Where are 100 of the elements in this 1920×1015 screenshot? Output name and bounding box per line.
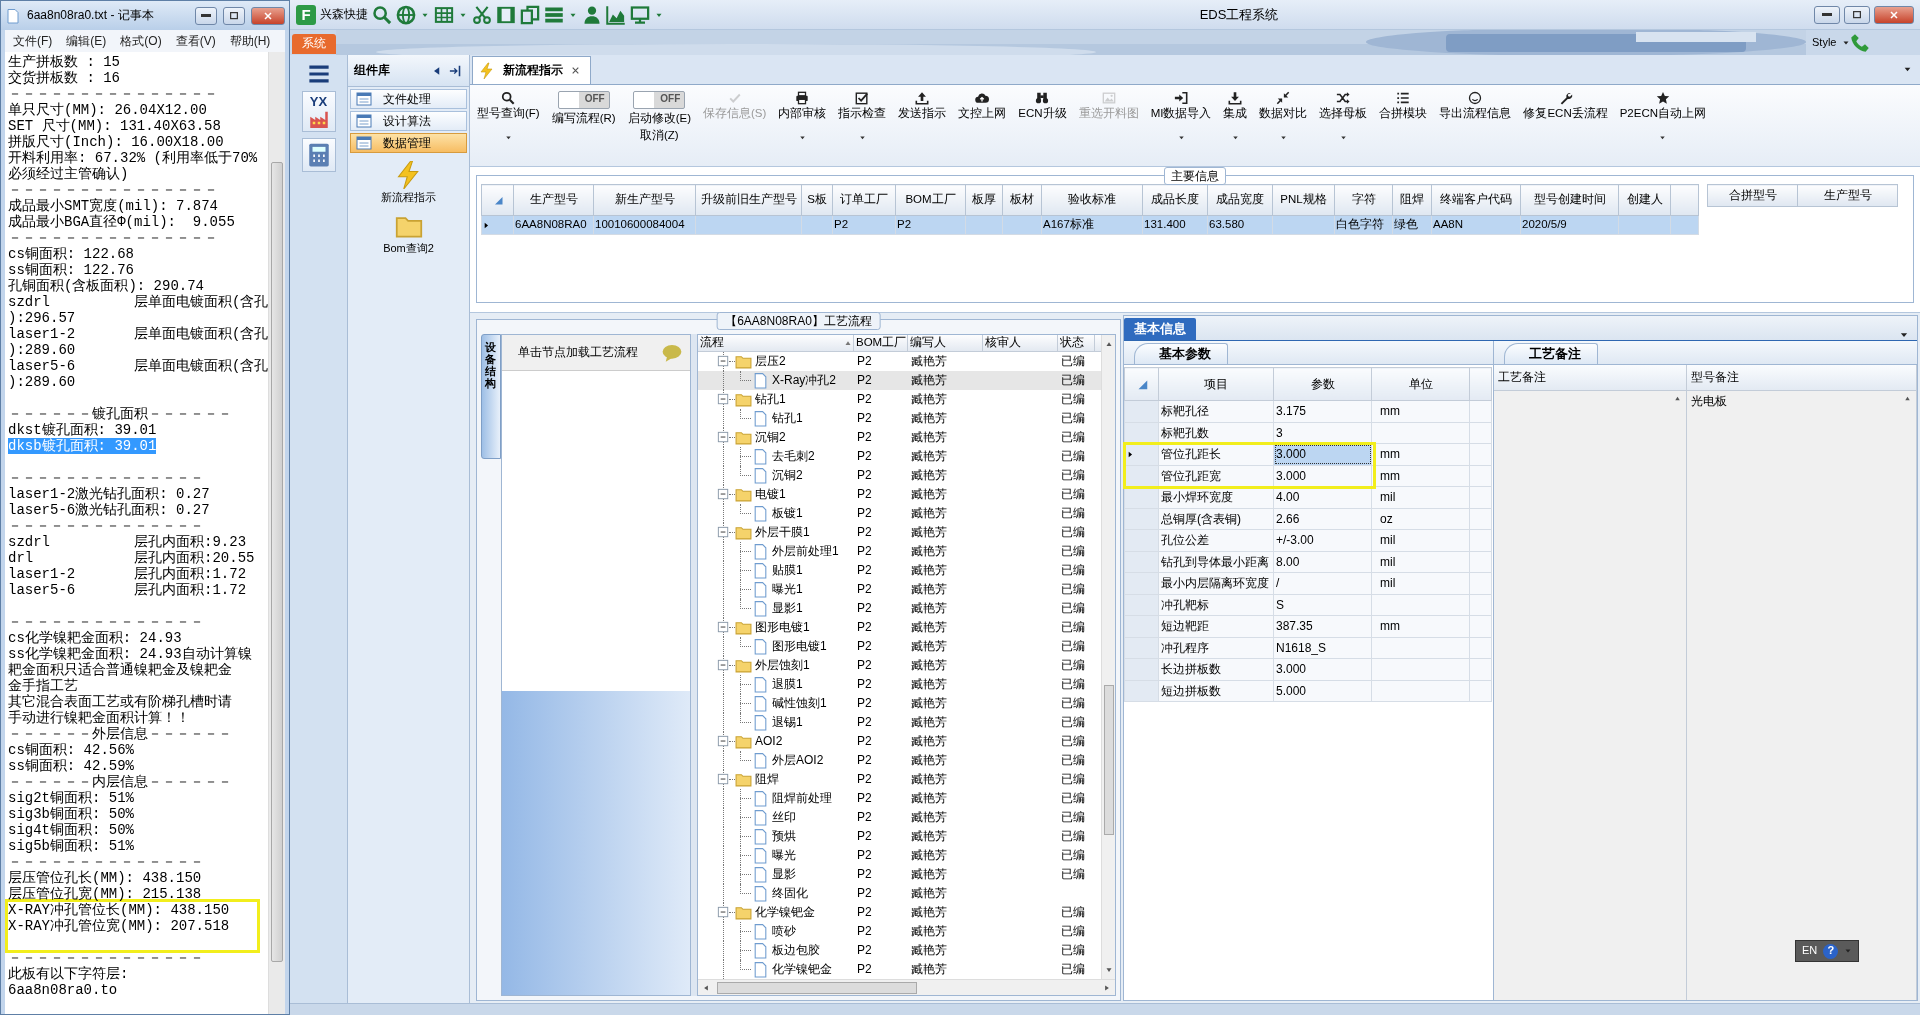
tree-row[interactable]: AOI2 P2 臧艳芳 已编 <box>698 732 1101 751</box>
column-header[interactable]: 核审人 <box>983 335 1058 351</box>
tree-row[interactable]: 钻孔1 P2 臧艳芳 已编 <box>698 409 1101 428</box>
tree-row[interactable]: 外层干膜1 P2 臧艳芳 已编 <box>698 523 1101 542</box>
tree-row[interactable]: 退膜1 P2 臧艳芳 已编 <box>698 675 1101 694</box>
toolbar-button[interactable]: 发送指示 <box>895 91 950 121</box>
column-header[interactable]: 型号创建时间 <box>1520 184 1619 216</box>
tree-row[interactable]: 化学镍钯金 P2 臧艳芳 已编 <box>698 903 1101 922</box>
column-header[interactable]: 新生产型号 <box>593 184 696 216</box>
column-header[interactable]: 字符 <box>1334 184 1393 216</box>
column-header[interactable]: 验收标准 <box>1041 184 1143 216</box>
column-header[interactable]: BOM工厂 <box>895 184 966 216</box>
library-item[interactable]: 数据管理 <box>350 133 467 153</box>
column-header[interactable]: 成品长度 <box>1142 184 1208 216</box>
toolbar-button[interactable]: 文控上网 <box>955 91 1010 121</box>
column-header[interactable]: 项目 <box>1158 367 1274 401</box>
module-button[interactable]: YX <box>301 91 336 132</box>
toolbar-button[interactable]: MI数据导入 <box>1147 91 1215 142</box>
column-header[interactable]: PNL规格 <box>1272 184 1335 216</box>
table-row[interactable]: 6AA8N08RA0 10010600084004 P2 P2 A167标准 131.400 63.580 白色字符 绿色 AA8N 2020/5/9 <box>481 215 1699 235</box>
tool-button[interactable]: Bom查询2 <box>348 212 469 256</box>
tree-row[interactable]: 喷砂 P2 臧艳芳 已编 <box>698 922 1101 941</box>
column-header[interactable]: 流程 <box>698 335 854 351</box>
toolbar-button[interactable]: 数据对比 <box>1256 91 1311 142</box>
toolbar-button[interactable]: ECN升级 <box>1015 91 1070 121</box>
tree-row[interactable]: 预烘 P2 臧艳芳 已编 <box>698 827 1101 846</box>
panel-tab[interactable]: 工艺备注 <box>1504 343 1598 364</box>
column-header[interactable]: 合拼型号 <box>1707 184 1798 207</box>
tree-row[interactable]: 钻孔1 P2 臧艳芳 已编 <box>698 390 1101 409</box>
tree-row[interactable]: 外层蚀刻1 P2 臧艳芳 已编 <box>698 656 1101 675</box>
toolbar-button[interactable]: 修复ECN丢流程 <box>1520 91 1611 121</box>
column-header[interactable]: 订单工厂 <box>832 184 896 216</box>
tree-row[interactable]: 去毛刺2 P2 臧艳芳 已编 <box>698 447 1101 466</box>
library-item[interactable]: 设计算法 <box>350 111 467 131</box>
tree-row[interactable]: 退锡1 P2 臧艳芳 已编 <box>698 713 1101 732</box>
tree-row[interactable]: 贴膜1 P2 臧艳芳 已编 <box>698 561 1101 580</box>
tool-button[interactable]: 新流程指示 <box>348 161 469 205</box>
column-header[interactable]: 生产型号 <box>1797 184 1898 207</box>
column-header[interactable]: 成品宽度 <box>1207 184 1273 216</box>
node-label: 外层AOI2 <box>772 753 824 768</box>
menu-item[interactable]: 查看(V) <box>175 33 216 49</box>
toggle-switch[interactable]: OFF <box>557 91 610 109</box>
tree-row[interactable]: 板镀1 P2 臧艳芳 已编 <box>698 504 1101 523</box>
panel-tab[interactable]: 基本信息 <box>1124 318 1196 340</box>
toolbar-button[interactable]: 导出流程信息 <box>1436 91 1515 121</box>
column-header[interactable]: 单位 <box>1371 367 1470 401</box>
tree-row[interactable]: 图形电镀1 P2 臧艳芳 已编 <box>698 618 1101 637</box>
column-header[interactable]: 升级前旧生产型号 <box>695 184 802 216</box>
toolbar-button[interactable]: 集成 <box>1220 91 1251 142</box>
menu-item[interactable]: 编辑(E) <box>66 33 107 49</box>
tree-row[interactable]: 丝印 P2 臧艳芳 已编 <box>698 808 1101 827</box>
tree-row[interactable]: X-Ray冲孔2 P2 臧艳芳 已编 <box>698 371 1101 390</box>
tree-row[interactable]: 终固化 P2 臧艳芳 <box>698 884 1101 903</box>
tree-row[interactable]: 碱性蚀刻1 P2 臧艳芳 已编 <box>698 694 1101 713</box>
style-menu[interactable]: Style <box>1806 35 1843 50</box>
language-bar[interactable]: EN ? <box>1795 940 1860 962</box>
column-header[interactable]: 状态 <box>1058 335 1095 351</box>
text-line: 6aa8n08ra0.to <box>8 982 118 998</box>
toolbar-button[interactable]: P2ECN自动上网 <box>1616 91 1710 142</box>
side-tab[interactable]: 设备结构 <box>481 334 501 459</box>
toolbar-button[interactable]: 指示检查 <box>835 91 890 142</box>
column-header[interactable]: S板 <box>801 184 833 216</box>
tree-row[interactable]: 外层AOI2 P2 臧艳芳 已编 <box>698 751 1101 770</box>
menu-item[interactable]: 帮助(H) <box>229 33 271 49</box>
column-header[interactable]: 生产型号 <box>513 184 594 216</box>
tree-row[interactable]: 电镀1 P2 臧艳芳 已编 <box>698 485 1101 504</box>
tree-row[interactable]: 阻焊 P2 臧艳芳 已编 <box>698 770 1101 789</box>
menu-item[interactable]: 格式(O) <box>120 33 162 49</box>
library-item[interactable]: 文件处理 <box>350 89 467 109</box>
column-header[interactable]: 板材 <box>1002 184 1042 216</box>
column-header[interactable]: BOM工厂 <box>854 335 908 351</box>
tree-row[interactable]: 层压2 P2 臧艳芳 已编 <box>698 352 1101 371</box>
column-header[interactable]: 阻焊 <box>1392 184 1432 216</box>
toolbar-button[interactable]: 型号查询(F) <box>474 91 543 142</box>
column-header[interactable]: 板厚 <box>965 184 1003 216</box>
tree-row[interactable]: 沉铜2 P2 臧艳芳 已编 <box>698 466 1101 485</box>
toggle-switch[interactable]: OFF <box>633 91 686 109</box>
panel-tab[interactable]: 基本参数 <box>1134 343 1228 364</box>
column-header[interactable]: 型号备注 <box>1687 365 1916 391</box>
tree-row[interactable]: 曝光 P2 臧艳芳 已编 <box>698 846 1101 865</box>
column-header[interactable]: 终端客户代码 <box>1431 184 1521 216</box>
text-line: 孔铜面积(含板面积): 290.74 <box>8 278 204 294</box>
menu-item[interactable]: 文件(F) <box>13 33 53 49</box>
tree-row[interactable]: 外层前处理1 P2 臧艳芳 已编 <box>698 542 1101 561</box>
tree-row[interactable]: 显影 P2 臧艳芳 已编 <box>698 865 1101 884</box>
toolbar-button[interactable]: 选择母板 <box>1316 91 1371 142</box>
column-header[interactable]: 工艺备注 <box>1494 365 1686 391</box>
help-icon[interactable]: ? <box>1823 943 1839 959</box>
document-tab[interactable]: 新流程指示 <box>472 56 591 84</box>
tree-row[interactable]: 显影1 P2 臧艳芳 已编 <box>698 599 1101 618</box>
tree-row[interactable]: 图形电镀1 P2 臧艳芳 已编 <box>698 637 1101 656</box>
toolbar-button[interactable]: 内部审核 <box>775 91 830 142</box>
column-header[interactable]: 创建人 <box>1618 184 1671 216</box>
toolbar-button[interactable]: 合拼模块 <box>1376 91 1431 121</box>
column-header[interactable]: 参数 <box>1273 367 1372 401</box>
column-header[interactable]: 编写人 <box>908 335 983 351</box>
tree-row[interactable]: 沉铜2 P2 臧艳芳 已编 <box>698 428 1101 447</box>
tree-row[interactable]: 曝光1 P2 臧艳芳 已编 <box>698 580 1101 599</box>
tree-row[interactable]: 板边包胶 P2 臧艳芳 已编 <box>698 941 1101 960</box>
tree-row[interactable]: 阻焊前处理 P2 臧艳芳 已编 <box>698 789 1101 808</box>
